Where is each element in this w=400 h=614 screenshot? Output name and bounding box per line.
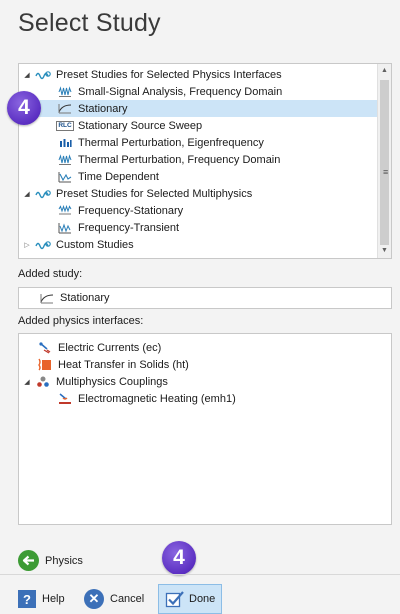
added-study-value: Stationary xyxy=(60,292,110,304)
help-button[interactable]: ? Help xyxy=(18,584,65,614)
tree-item-label: Stationary xyxy=(78,102,128,115)
list-item-electric-currents[interactable]: Electric Currents (ec) xyxy=(19,339,391,356)
frequency-stationary-icon xyxy=(57,204,73,217)
added-study-field[interactable]: Stationary xyxy=(18,287,392,309)
tree-item-stationary[interactable]: Stationary xyxy=(19,100,377,117)
preset-studies-icon xyxy=(35,68,51,81)
scrollbar-thumb[interactable]: ≡ xyxy=(380,80,389,245)
physics-back-button[interactable]: Physics xyxy=(18,550,83,571)
tree-item-label: Preset Studies for Selected Multiphysics xyxy=(56,187,253,200)
frequency-transient-icon xyxy=(57,221,73,234)
time-dependent-icon xyxy=(57,170,73,183)
scroll-down-icon[interactable]: ▼ xyxy=(378,244,391,258)
tree-item-label: Frequency-Stationary xyxy=(78,204,184,217)
frequency-domain-icon xyxy=(57,153,73,166)
list-item-heat-transfer[interactable]: Heat Transfer in Solids (ht) xyxy=(19,356,391,373)
list-item-label: Heat Transfer in Solids (ht) xyxy=(58,358,189,371)
multiphysics-icon xyxy=(35,375,51,388)
tree-item-preset-multiphysics[interactable]: ◢ Preset Studies for Selected Multiphysi… xyxy=(19,185,377,202)
tree-item-label: Frequency-Transient xyxy=(78,221,180,234)
tree-item-label: Small-Signal Analysis, Frequency Domain xyxy=(78,85,283,98)
tree-scrollbar[interactable]: ▲ ≡ ▼ xyxy=(377,64,391,258)
study-tree[interactable]: ◢ Preset Studies for Selected Physics In… xyxy=(18,63,392,259)
tree-item-time-dependent[interactable]: Time Dependent xyxy=(19,168,377,185)
step-badge: 4 xyxy=(162,541,196,575)
expand-arrow-icon[interactable]: ▷ xyxy=(22,241,32,249)
tree-item-stationary-source-sweep[interactable]: RLC Stationary Source Sweep xyxy=(19,117,377,134)
physics-button-label: Physics xyxy=(45,554,83,567)
tree-item-thermal-frequency-domain[interactable]: Thermal Perturbation, Frequency Domain xyxy=(19,151,377,168)
dialog-title: Select Study xyxy=(18,9,161,37)
tree-item-label: Preset Studies for Selected Physics Inte… xyxy=(56,68,282,81)
scroll-up-icon[interactable]: ▲ xyxy=(378,64,391,78)
tree-item-label: Custom Studies xyxy=(56,238,134,251)
collapse-arrow-icon[interactable]: ◢ xyxy=(22,190,32,198)
list-item-label: Multiphysics Couplings xyxy=(56,375,168,388)
eigenfrequency-icon xyxy=(57,136,73,149)
tree-item-label: Stationary Source Sweep xyxy=(78,119,203,132)
physics-interfaces-list[interactable]: Electric Currents (ec) Heat Transfer in … xyxy=(18,333,392,525)
back-arrow-icon xyxy=(18,550,39,571)
frequency-domain-icon xyxy=(57,85,73,98)
help-icon: ? xyxy=(18,590,36,608)
tree-item-frequency-transient[interactable]: Frequency-Transient xyxy=(19,219,377,236)
cancel-button-label: Cancel xyxy=(110,593,145,605)
stationary-icon xyxy=(57,102,73,115)
tree-item-frequency-stationary[interactable]: Frequency-Stationary xyxy=(19,202,377,219)
tree-item-preset-physics[interactable]: ◢ Preset Studies for Selected Physics In… xyxy=(19,66,377,83)
list-item-label: Electromagnetic Heating (emh1) xyxy=(78,392,236,405)
cancel-button[interactable]: ✕ Cancel xyxy=(84,584,144,614)
preset-studies-icon xyxy=(35,187,51,200)
dialog-button-bar: ? Help ✕ Cancel Done xyxy=(0,584,400,614)
collapse-arrow-icon[interactable]: ◢ xyxy=(22,71,32,79)
electromagnetic-heating-icon xyxy=(57,392,73,405)
list-item-label: Electric Currents (ec) xyxy=(58,341,162,354)
added-physics-label: Added physics interfaces: xyxy=(18,315,144,327)
help-button-label: Help xyxy=(42,593,65,605)
preset-studies-icon xyxy=(35,238,51,251)
rlc-icon: RLC xyxy=(56,120,74,131)
done-button-label: Done xyxy=(189,593,216,605)
tree-item-small-signal[interactable]: Small-Signal Analysis, Frequency Domain xyxy=(19,83,377,100)
done-button[interactable]: Done xyxy=(158,584,223,614)
tree-item-custom-studies[interactable]: ▷ Custom Studies xyxy=(19,236,377,253)
grip-icon: ≡ xyxy=(383,167,389,177)
tree-item-label: Thermal Perturbation, Frequency Domain xyxy=(78,153,281,166)
step-badge: 4 xyxy=(7,91,41,125)
list-item-multiphysics[interactable]: ◢ Multiphysics Couplings xyxy=(19,373,391,390)
electric-currents-icon xyxy=(37,341,53,354)
added-study-label: Added study: xyxy=(18,268,83,280)
collapse-arrow-icon[interactable]: ◢ xyxy=(22,378,32,386)
stationary-icon xyxy=(39,292,55,305)
tree-item-label: Time Dependent xyxy=(78,170,159,183)
list-item-electromagnetic-heating[interactable]: Electromagnetic Heating (emh1) xyxy=(19,390,391,407)
heat-transfer-icon xyxy=(37,358,53,371)
checkmark-icon xyxy=(165,590,185,608)
tree-item-label: Thermal Perturbation, Eigenfrequency xyxy=(78,136,264,149)
divider xyxy=(0,574,400,575)
close-icon: ✕ xyxy=(84,589,104,609)
tree-item-thermal-eigenfrequency[interactable]: Thermal Perturbation, Eigenfrequency xyxy=(19,134,377,151)
